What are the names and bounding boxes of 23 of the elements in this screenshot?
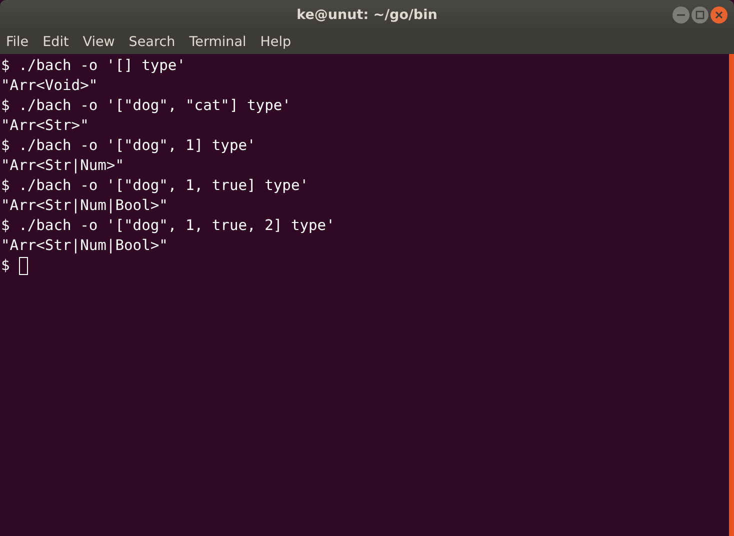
menu-item[interactable]: Help	[260, 34, 296, 50]
output-line: "Arr<Void>"	[1, 76, 98, 96]
output-line: "Arr<Str|Num|Bool>"	[1, 196, 168, 216]
command-line: $ ./bach -o '["dog", "cat"] type'	[1, 96, 291, 116]
menu-item[interactable]: View	[82, 34, 120, 50]
command-line: $ ./bach -o '[] type'	[1, 56, 186, 76]
output-line: "Arr<Str>"	[1, 116, 89, 136]
menu-item[interactable]: Search	[128, 34, 180, 50]
close-button[interactable]	[710, 6, 728, 24]
scrollbar-thumb[interactable]	[729, 54, 734, 536]
window-title: ke@unut: ~/go/bin	[296, 7, 438, 23]
text-cursor	[18, 257, 28, 275]
command-line: $ ./bach -o '["dog", 1] type'	[1, 136, 256, 156]
prompt: $	[1, 256, 10, 276]
menu-item[interactable]: Terminal	[189, 34, 252, 50]
command-line: $ ./bach -o '["dog", 1, true, 2] type'	[1, 216, 335, 236]
minimize-button[interactable]	[672, 6, 690, 24]
output-line: "Arr<Str|Num>"	[1, 156, 124, 176]
command-line: $ ./bach -o '["dog", 1, true] type'	[1, 176, 309, 196]
menu-item[interactable]: File	[6, 34, 34, 50]
menu-item[interactable]: Edit	[42, 34, 74, 50]
maximize-button[interactable]	[691, 6, 709, 24]
output-line: "Arr<Str|Num|Bool>"	[1, 236, 168, 256]
